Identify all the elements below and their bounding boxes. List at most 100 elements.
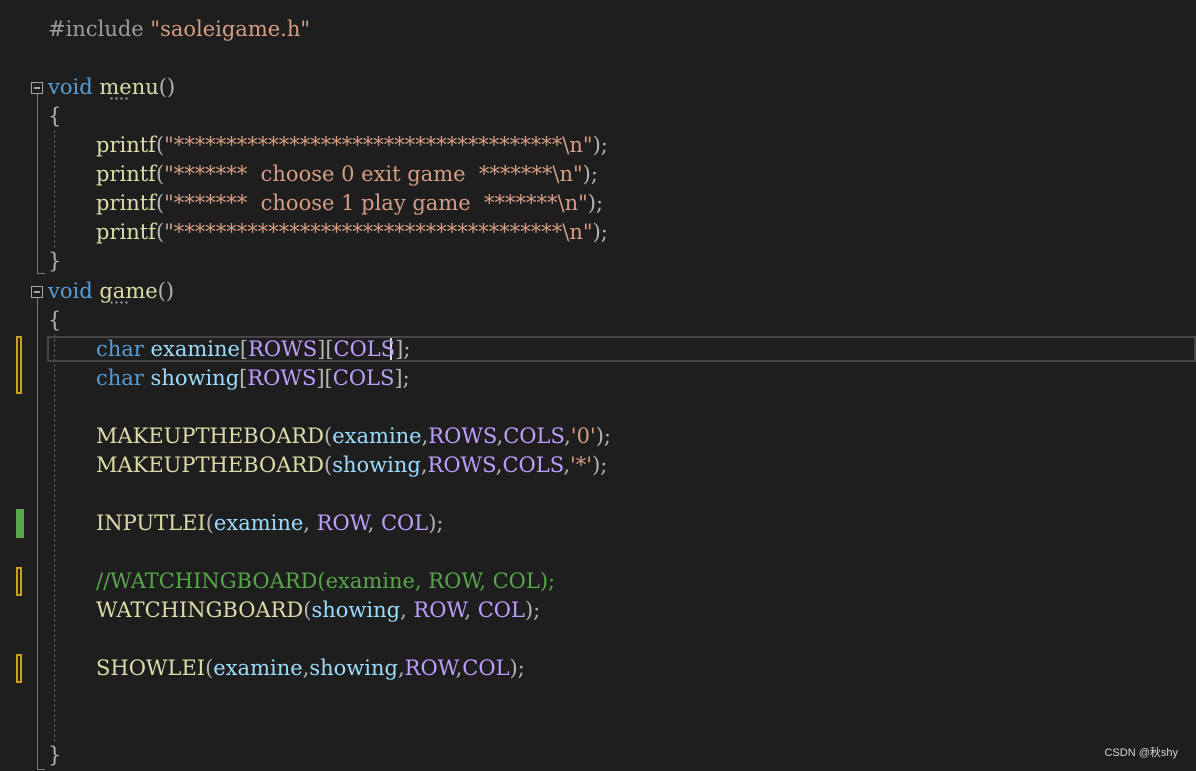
statement-end: ); [595,424,611,448]
string-literal: "******* choose 1 play game *******\n" [164,191,588,215]
brace-open: { [48,308,62,332]
code-line-menu-close: } [48,247,61,276]
include-file: "saoleigame.h" [150,17,311,41]
comma: , [367,511,381,535]
bracket: [ [239,337,249,361]
comma: , [420,453,428,477]
macro-cols: COLS [503,424,565,448]
char-literal: '0' [570,424,596,448]
function-call: printf [96,220,156,244]
paren: ( [155,162,165,186]
code-line-printf: printf("******* choose 0 exit game *****… [96,160,598,189]
code-line-inputlei: INPUTLEI(examine, ROW, COL); [96,509,443,538]
argument: examine [213,656,303,680]
comma: , [397,656,405,680]
code-line-menu-open: { [48,102,61,131]
paren: ( [155,220,165,244]
keyword-void: void [48,279,93,303]
macro-rows: ROWS [248,337,318,361]
code-line-game-signature: void game() [48,277,174,306]
variable-showing: showing [150,366,240,390]
statement-end: ); [592,220,608,244]
macro-row: ROW [413,598,465,622]
statement-end: ); [592,453,608,477]
code-line-menu-signature: void menu() [48,73,175,102]
statement-end: ); [524,598,541,622]
statement-end: ]; [395,337,411,361]
statement-end: ); [509,656,525,680]
outline-game-end [37,769,45,770]
argument: examine [332,424,422,448]
argument: showing [309,656,398,680]
macro-row: ROW [316,511,368,535]
function-call: WATCHINGBOARD [96,598,304,622]
code-line-showlei: SHOWLEI(examine,showing,ROW,COL); [96,654,525,683]
function-call: printf [96,191,156,215]
paren: ( [324,453,333,477]
code-line-watchingboard: WATCHINGBOARD(showing, ROW, COL); [96,596,540,625]
unsaved-change-marker [16,336,22,394]
keyword-char: char [96,337,144,361]
comma: , [564,424,571,448]
char-literal: '*' [570,453,593,477]
macro-row: ROW [404,656,456,680]
string-literal: "*************************************\n… [164,220,593,244]
variable-examine: examine [150,337,240,361]
paren: ( [324,424,333,448]
macro-col: COL [477,598,525,622]
string-literal: "******* choose 0 exit game *******\n" [164,162,583,186]
param-list: () [157,279,175,303]
statement-end: ); [582,162,598,186]
macro-col: COL [380,511,429,535]
code-line-include: #include "saoleigame.h" [48,15,310,44]
function-call: MAKEUPTHEBOARD [96,424,325,448]
argument: showing [311,598,401,622]
code-line-printf: printf("******* choose 1 play game *****… [96,189,603,218]
brace-close: } [48,743,62,767]
indent-guide-game [54,334,55,742]
paren: ( [155,191,165,215]
keyword-void: void [48,75,93,99]
comment: //WATCHINGBOARD(examine, ROW, COL); [96,569,556,593]
function-call: SHOWLEI [96,656,206,680]
indent-guide-menu [54,130,55,248]
string-literal: "*************************************\n… [164,133,593,157]
unsaved-change-marker [16,567,22,596]
saved-change-marker [16,509,24,538]
outline-menu [37,94,38,274]
code-line-make-examine: MAKEUPTHEBOARD(examine,ROWS,COLS,'0'); [96,422,611,451]
collapse-menu-icon[interactable] [31,82,43,94]
function-call: printf [96,162,156,186]
function-call: printf [96,133,156,157]
code-line-decl-examine: char examine[ROWS][COLS]; [96,335,410,364]
code-line-make-showing: MAKEUPTHEBOARD(showing,ROWS,COLS,'*'); [96,451,607,480]
comma: , [303,511,317,535]
collapse-game-icon[interactable] [31,286,43,298]
statement-end: ); [587,191,604,215]
bracket: ][ [317,337,334,361]
code-line-comment: //WATCHINGBOARD(examine, ROW, COL); [96,567,555,596]
comma: , [400,598,414,622]
code-line-game-open: { [48,306,61,335]
param-list: () [158,75,176,99]
code-line-game-close: } [48,741,61,770]
paren: ( [205,511,214,535]
unsaved-change-marker [16,654,22,683]
argument: showing [332,453,421,477]
comma: , [464,598,478,622]
argument: examine [213,511,304,535]
brace-open: { [48,104,62,128]
macro-rows: ROWS [427,453,496,477]
macro-rows: ROWS [247,366,317,390]
paren: ( [155,133,165,157]
macro-cols: COLS [502,453,564,477]
statement-end: ); [428,511,444,535]
macro-rows: ROWS [428,424,497,448]
preprocessor-directive: #include [48,17,144,41]
brace-close: } [48,249,62,273]
function-name-game: game [99,279,158,303]
outline-menu-end [37,273,45,274]
code-editor[interactable]: #include "saoleigame.h" void menu() { pr… [0,0,1196,771]
code-line-decl-showing: char showing[ROWS][COLS]; [96,364,410,393]
macro-cols: COLS [333,337,396,361]
